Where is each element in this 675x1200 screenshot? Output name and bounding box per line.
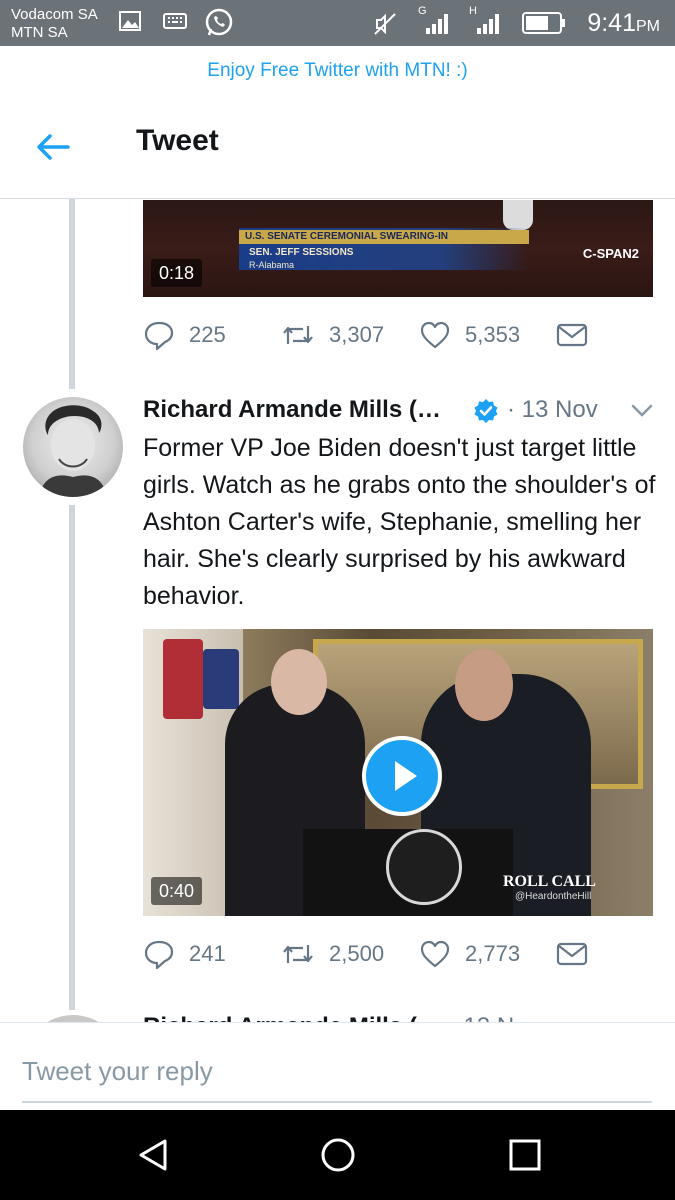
video-thumbnail-biden[interactable]: ROLL CALL @HeardontheHill 0:40 — [143, 629, 653, 916]
like-action[interactable]: 5,353 — [419, 317, 520, 353]
verified-badge-icon — [474, 399, 498, 423]
envelope-icon — [556, 323, 588, 347]
lower-third-name: SEN. JEFF SESSIONS — [249, 247, 354, 258]
clock: 9:41PM — [587, 9, 660, 41]
retweet-action[interactable]: 3,307 — [281, 317, 384, 353]
clock-ampm: PM — [636, 18, 660, 35]
whatsapp-icon — [205, 8, 233, 36]
carrier-line-2: MTN SA — [11, 24, 68, 41]
avatar[interactable] — [23, 397, 123, 497]
carrier-label: Vodacom SA MTN SA — [11, 6, 98, 42]
heart-icon — [420, 940, 450, 968]
avatar-portrait — [39, 405, 107, 497]
page-title: Tweet — [136, 124, 219, 157]
heart-icon — [420, 321, 450, 349]
message-action[interactable] — [556, 317, 588, 353]
reply-count: 225 — [189, 322, 226, 347]
reply-action[interactable]: 225 — [143, 317, 226, 353]
author-name[interactable]: Richard Armande Mills (… — [143, 392, 441, 428]
reply-count: 241 — [189, 941, 226, 966]
recents-square-icon[interactable] — [505, 1135, 545, 1175]
reply-input[interactable] — [22, 1041, 652, 1103]
back-arrow-icon[interactable] — [34, 130, 74, 164]
app-header: Tweet — [0, 96, 675, 199]
image-icon — [119, 11, 141, 31]
retweet-count: 3,307 — [329, 322, 385, 347]
reply-composer — [0, 1022, 675, 1111]
lower-third-title: U.S. SENATE CEREMONIAL SWEARING-IN — [239, 230, 529, 244]
play-button[interactable] — [362, 736, 442, 816]
home-circle-icon[interactable] — [318, 1135, 358, 1175]
video-duration: 0:18 — [151, 259, 203, 287]
flag-blue — [203, 649, 239, 709]
message-action[interactable] — [556, 936, 588, 972]
lower-third-state: R-Alabama — [249, 260, 295, 270]
retweet-action[interactable]: 2,500 — [281, 936, 384, 972]
retweet-icon — [283, 326, 313, 344]
play-icon — [395, 761, 417, 791]
video-thumbnail-sessions[interactable]: U.S. SENATE CEREMONIAL SWEARING-IN SEN. … — [143, 200, 653, 297]
reply-action[interactable]: 241 — [143, 936, 226, 972]
person-left-head — [271, 649, 327, 715]
back-triangle-icon[interactable] — [133, 1135, 173, 1175]
status-bar: Vodacom SA MTN SA G H 9:41PM — [0, 0, 675, 46]
video-brand: ROLL CALL — [503, 873, 596, 890]
video-frame-detail — [503, 200, 533, 230]
mute-icon — [374, 13, 396, 35]
system-nav-bar — [0, 1110, 675, 1200]
retweet-icon — [283, 945, 313, 963]
battery-icon — [522, 12, 565, 34]
tweet-date: · 13 Nov — [507, 396, 598, 423]
thread-line-top — [69, 199, 75, 389]
flag-red — [163, 639, 203, 719]
tweet-text: Former VP Joe Biden doesn't just target … — [143, 434, 656, 610]
reply-icon — [144, 321, 174, 350]
promo-banner[interactable]: Enjoy Free Twitter with MTN! :) — [0, 46, 675, 96]
reply-icon — [144, 940, 174, 969]
video-handle: @HeardontheHill — [515, 891, 592, 902]
like-count: 2,773 — [465, 941, 521, 966]
next-tweet-partial[interactable]: Richard Armande Mills ( 13 N — [0, 1005, 675, 1023]
signal-icon — [426, 14, 448, 34]
keyboard-icon — [163, 13, 187, 29]
like-action[interactable]: 2,773 — [419, 936, 520, 972]
chevron-down-icon[interactable] — [631, 404, 653, 418]
carrier-line-1: Vodacom SA — [11, 6, 98, 23]
like-count: 5,353 — [465, 322, 521, 347]
signal-icon-2 — [477, 14, 499, 34]
channel-logo: C-SPAN2 — [582, 246, 639, 261]
tweet-actions-prev: 225 3,307 5,353 — [143, 317, 613, 353]
thread-line-bottom — [69, 505, 75, 1010]
vp-seal — [386, 829, 462, 905]
person-right-head — [455, 649, 513, 721]
clock-time: 9:41 — [587, 9, 636, 37]
video-duration: 0:40 — [151, 877, 203, 905]
envelope-icon — [556, 942, 588, 966]
retweet-count: 2,500 — [329, 941, 385, 966]
tweet-header: Richard Armande Mills (… · 13 Nov — [143, 392, 663, 428]
tweet-actions: 241 2,500 2,773 — [143, 936, 613, 972]
